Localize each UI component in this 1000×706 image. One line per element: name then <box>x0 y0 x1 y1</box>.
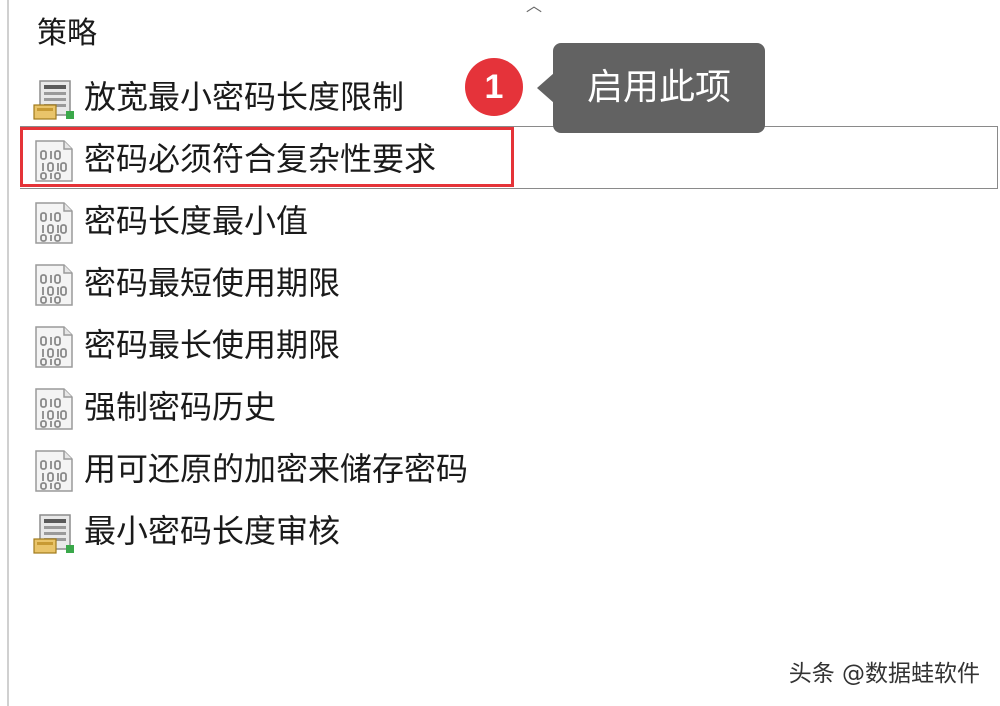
step-number-badge: 1 <box>465 58 523 116</box>
policy-label: 最小密码长度审核 <box>84 512 341 550</box>
policy-row-reversible-encryption[interactable]: 用可还原的加密来储存密码 <box>0 438 1000 500</box>
policy-enabled-icon <box>30 77 78 121</box>
policy-binary-icon <box>30 325 78 369</box>
policy-row-history[interactable]: 强制密码历史 <box>0 376 1000 438</box>
policy-binary-icon <box>30 263 78 307</box>
policy-binary-icon <box>30 387 78 431</box>
policy-label: 密码最长使用期限 <box>84 326 341 364</box>
policy-row-min-length-audit[interactable]: 最小密码长度审核 <box>0 500 1000 562</box>
policy-label: 密码最短使用期限 <box>84 264 341 302</box>
watermark: 头条 @数据蛙软件 <box>788 661 980 687</box>
selected-row-outline-right <box>997 126 998 189</box>
policy-window: ︿ 策略 放宽最小密码长度限制 密码必须符合复杂性要求 密码长度最小值 密码最短… <box>0 0 1000 706</box>
policy-label: 用可还原的加密来储存密码 <box>84 450 469 488</box>
policy-row-min-age[interactable]: 密码最短使用期限 <box>0 252 1000 314</box>
selected-row-outline-bottom <box>20 188 998 189</box>
column-header-policy[interactable]: 策略 <box>37 14 97 54</box>
annotation-highlight-box <box>20 127 514 187</box>
policy-binary-icon <box>30 449 78 493</box>
policy-row-min-length[interactable]: 密码长度最小值 <box>0 190 1000 252</box>
chevron-up-icon[interactable]: ︿ <box>526 0 542 16</box>
policy-enabled-icon <box>30 511 78 555</box>
tooltip-arrow-icon <box>537 73 554 103</box>
policy-binary-icon <box>30 201 78 245</box>
policy-label: 密码长度最小值 <box>84 202 309 240</box>
policy-label: 强制密码历史 <box>84 388 277 426</box>
policy-label: 放宽最小密码长度限制 <box>84 78 405 116</box>
policy-row-max-age[interactable]: 密码最长使用期限 <box>0 314 1000 376</box>
annotation-tooltip: 启用此项 <box>553 43 765 133</box>
